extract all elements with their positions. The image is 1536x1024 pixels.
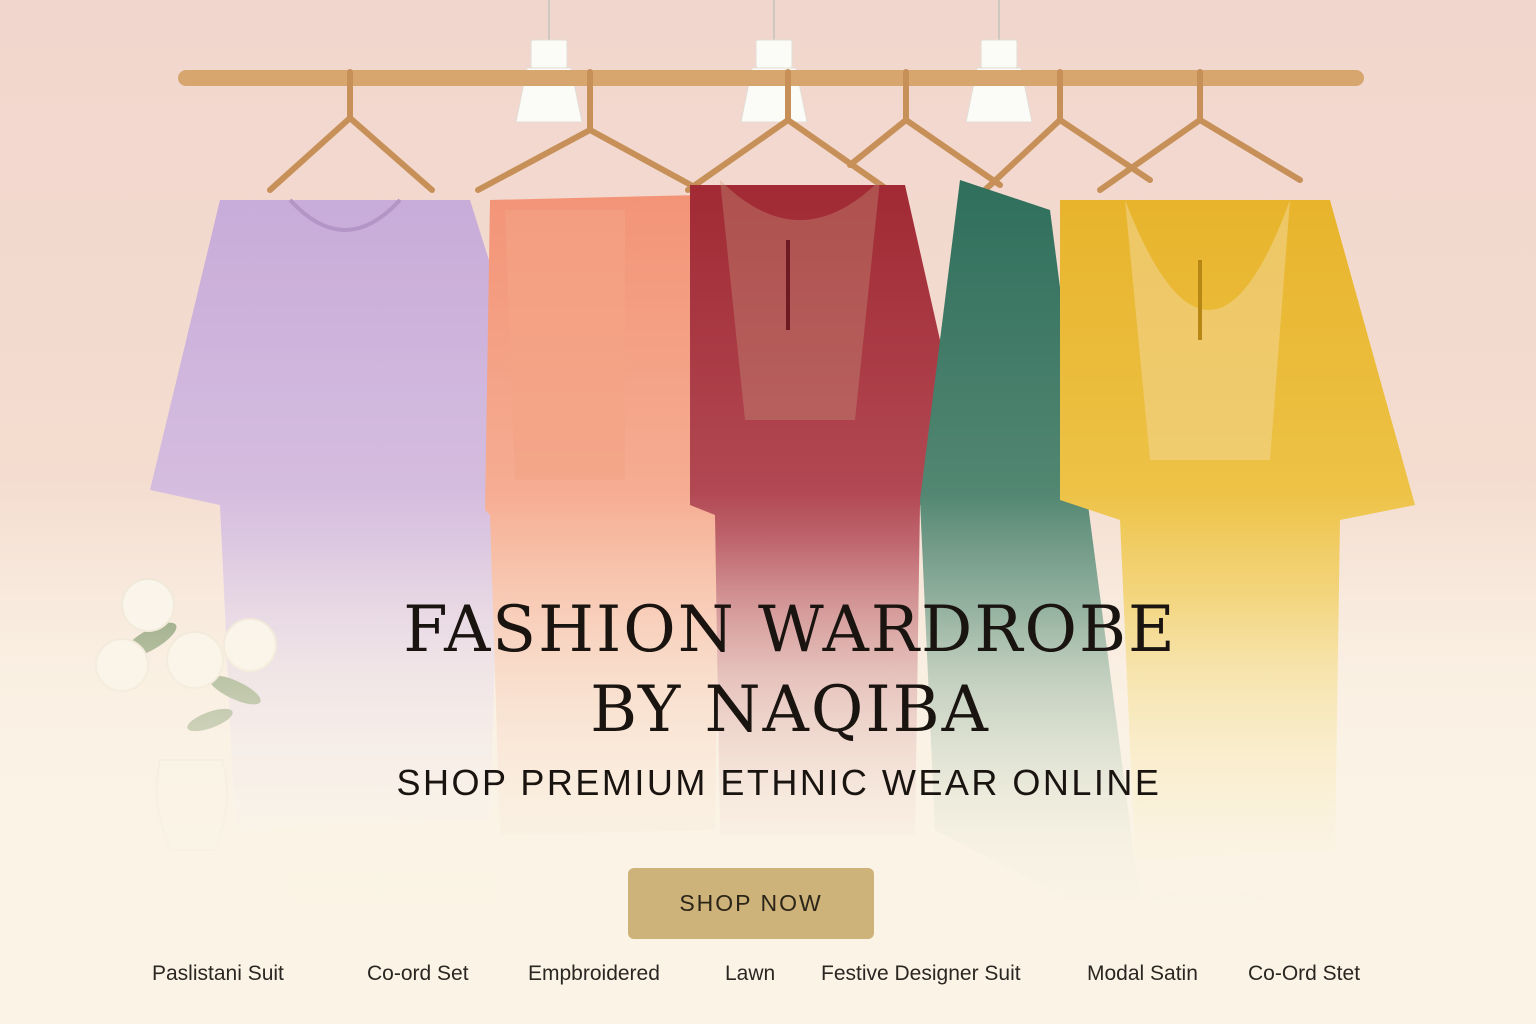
category-link-festive-designer-suit[interactable]: Festive Designer Suit	[821, 962, 1021, 986]
hero-title-line1: FASHION WARDROBE	[403, 593, 1177, 667]
clothing-rail	[178, 70, 1364, 86]
category-link-co-ord-set[interactable]: Co-ord Set	[367, 962, 469, 986]
category-link-lawn[interactable]: Lawn	[725, 962, 775, 986]
category-link-pakistani-suit[interactable]: Paslistani Suit	[152, 962, 284, 986]
category-link-modal-satin[interactable]: Modal Satin	[1087, 962, 1198, 986]
folded-fabric	[281, 867, 499, 937]
category-link-embroidered[interactable]: Empbroidered	[528, 962, 660, 986]
category-nav: Paslistani Suit Co-ord Set Empbroidered …	[0, 962, 1536, 996]
pendant-lamps	[515, 0, 1033, 123]
hangers	[267, 69, 1303, 193]
decor-plate	[1131, 891, 1285, 933]
hero-title-line2: BY NAQIBA	[590, 673, 990, 747]
hero-banner: FASHION WARDROBE BY NAQIBA SHOP PREMIUM …	[0, 0, 1536, 1024]
shop-now-button[interactable]: SHOP NOW	[628, 868, 874, 939]
hero-subtitle: SHOP PREMIUM ETHNIC WEAR ONLINE	[396, 762, 1162, 803]
category-link-co-ord-stet[interactable]: Co-Ord Stet	[1248, 962, 1360, 986]
